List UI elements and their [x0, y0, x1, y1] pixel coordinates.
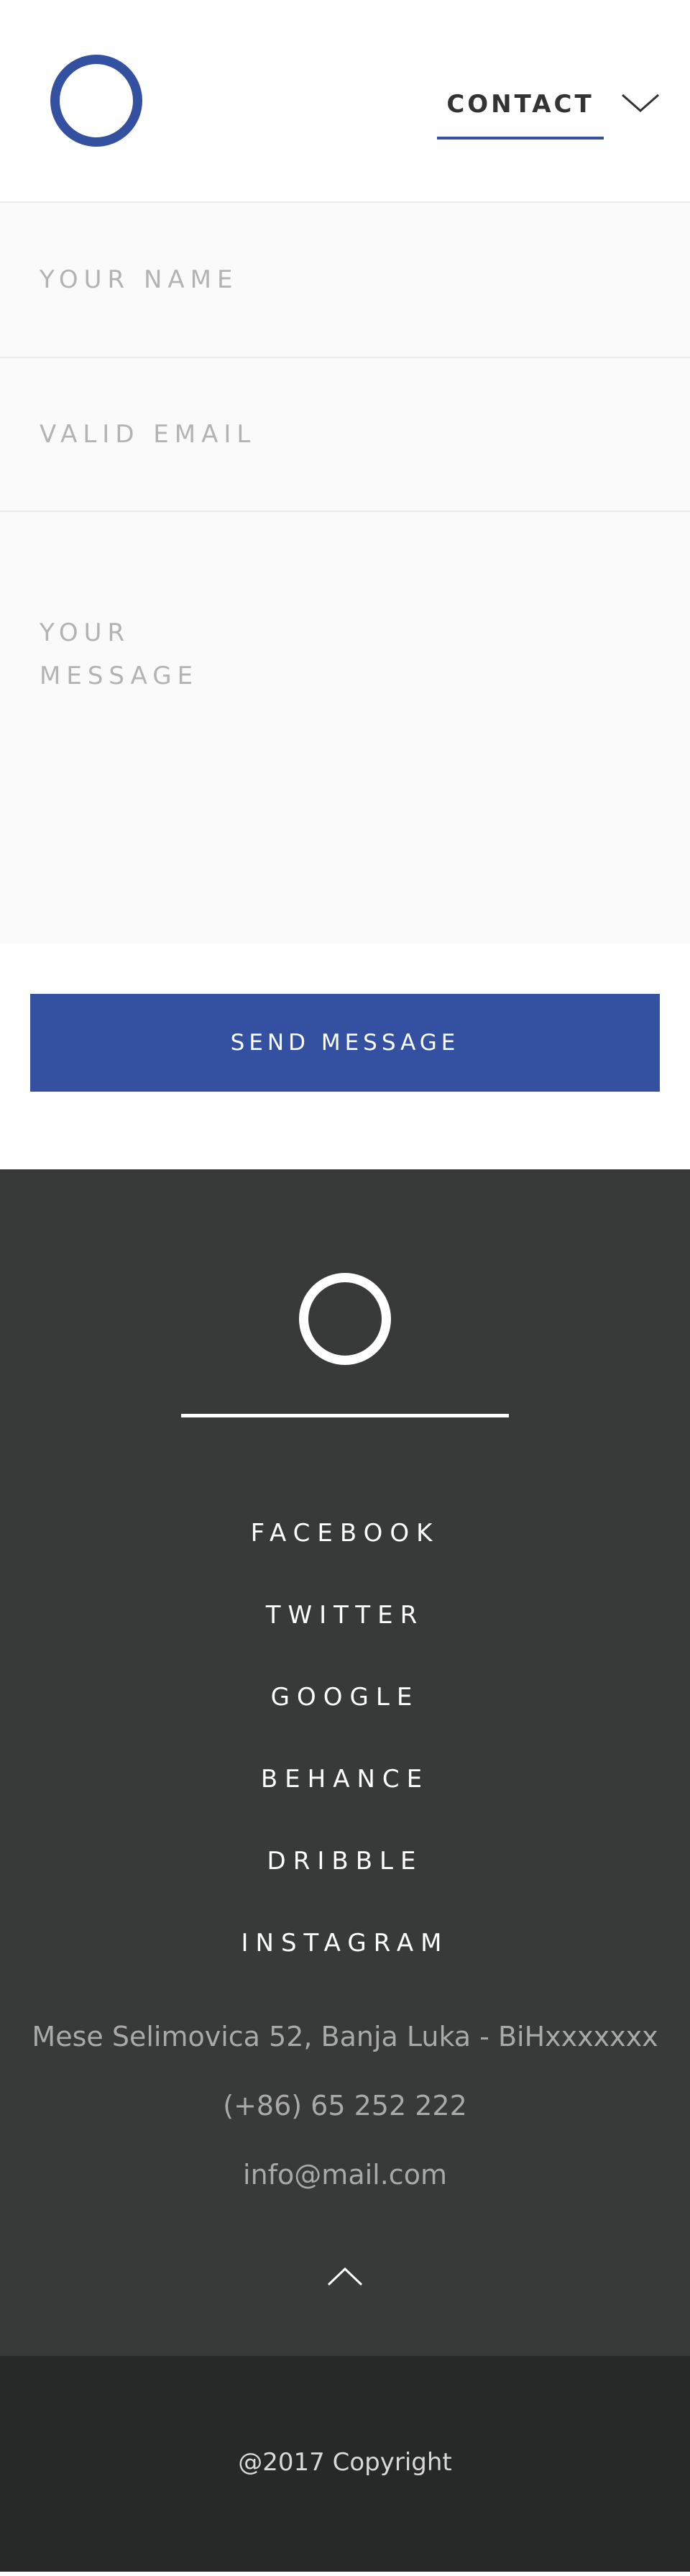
twitter-link[interactable]: TWITTER [266, 1601, 424, 1630]
social-item: TWITTER [0, 1586, 690, 1668]
footer-phone: (+86) 65 252 222 [223, 2090, 467, 2121]
message-field-wrapper [0, 512, 690, 944]
social-links: FACEBOOK TWITTER GOOGLE BEHANCE DRIBBLE … [0, 1504, 690, 1996]
social-item: BEHANCE [0, 1750, 690, 1832]
footer-address: Mese Selimovica 52, Banja Luka - BiHxxxx… [32, 2021, 658, 2052]
email-input[interactable] [0, 358, 690, 511]
site-footer: FACEBOOK TWITTER GOOGLE BEHANCE DRIBBLE … [0, 1169, 690, 2356]
chevron-down-icon[interactable] [620, 85, 661, 119]
chevron-up-icon[interactable] [326, 2265, 364, 2287]
message-textarea[interactable] [0, 512, 259, 944]
footer-ring-logo-icon [299, 1273, 391, 1365]
name-field-wrapper [0, 203, 690, 358]
contact-form: SEND MESSAGE [0, 203, 690, 1169]
social-item: FACEBOOK [0, 1504, 690, 1586]
send-message-button[interactable]: SEND MESSAGE [30, 994, 660, 1092]
ring-logo-icon[interactable] [50, 55, 142, 147]
social-item: GOOGLE [0, 1668, 690, 1750]
behance-link[interactable]: BEHANCE [261, 1765, 429, 1794]
google-link[interactable]: GOOGLE [271, 1683, 420, 1712]
submit-area: SEND MESSAGE [0, 944, 690, 1169]
social-item: INSTAGRAM [0, 1914, 690, 1996]
nav-contact-link[interactable]: CONTACT [437, 69, 604, 140]
footer-email: info@mail.com [243, 2159, 447, 2191]
email-field-wrapper [0, 358, 690, 512]
footer-divider [181, 1414, 509, 1417]
social-item: DRIBBLE [0, 1832, 690, 1914]
copyright-text: @2017 Copyright [238, 2448, 452, 2477]
instagram-link[interactable]: INSTAGRAM [241, 1929, 448, 1958]
facebook-link[interactable]: FACEBOOK [251, 1519, 440, 1548]
dribble-link[interactable]: DRIBBLE [267, 1847, 423, 1876]
name-input[interactable] [0, 203, 690, 357]
site-header: CONTACT [0, 0, 690, 203]
copyright-bar: @2017 Copyright [0, 2356, 690, 2572]
